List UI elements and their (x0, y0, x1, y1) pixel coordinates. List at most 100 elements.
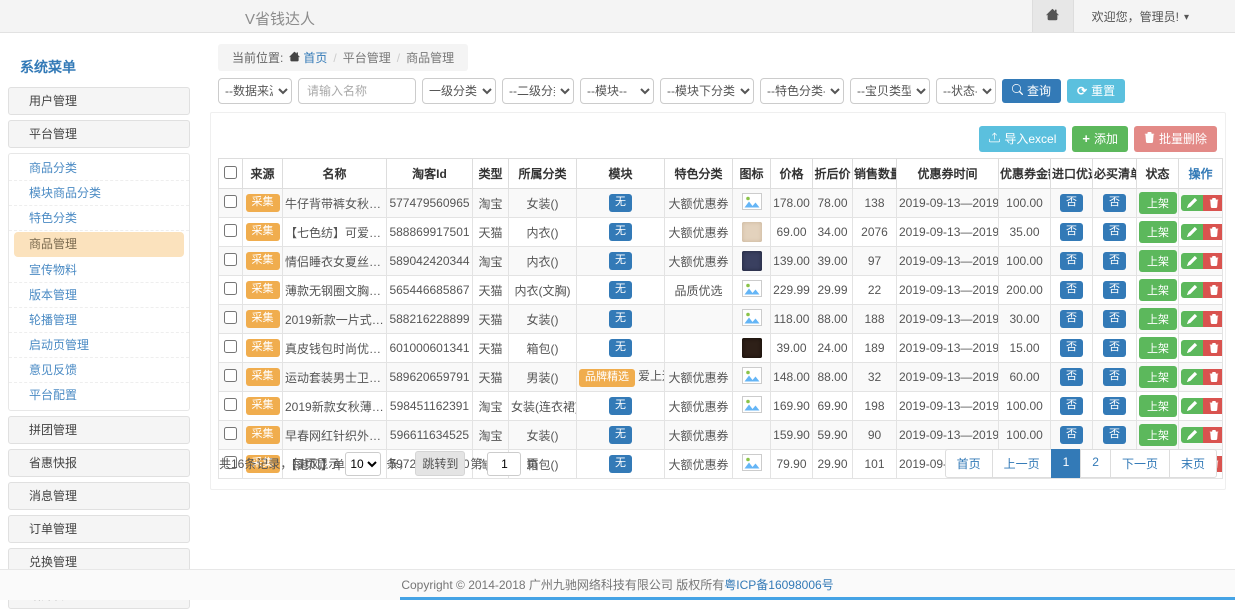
feature-category-filter[interactable]: --特色分类-- (760, 78, 844, 104)
import-flag-badge[interactable]: 否 (1060, 310, 1083, 328)
row-checkbox[interactable] (224, 224, 237, 237)
per-page-select[interactable]: 10 (345, 452, 381, 476)
jump-button[interactable]: 跳转到 (415, 451, 465, 476)
status-button[interactable]: 上架 (1139, 221, 1177, 243)
must-buy-flag-badge[interactable]: 否 (1103, 281, 1126, 299)
must-buy-flag-badge[interactable]: 否 (1103, 310, 1126, 328)
edit-button[interactable] (1181, 340, 1203, 356)
edit-button[interactable] (1181, 253, 1203, 269)
edit-button[interactable] (1181, 282, 1203, 298)
column-header: 进口优选 (1051, 159, 1093, 189)
row-checkbox[interactable] (224, 311, 237, 324)
sidebar-subitem[interactable]: 模块商品分类 (9, 181, 189, 206)
delete-button[interactable] (1203, 369, 1223, 385)
status-button[interactable]: 上架 (1139, 308, 1177, 330)
taoke-id: 601000601341 (387, 334, 473, 363)
module-filter[interactable]: --模块-- (580, 78, 654, 104)
import-flag-badge[interactable]: 否 (1060, 281, 1083, 299)
import-flag-badge[interactable]: 否 (1060, 194, 1083, 212)
row-checkbox[interactable] (224, 369, 237, 382)
sidebar-subitem[interactable]: 商品管理 (14, 232, 184, 257)
page-button[interactable]: 末页 (1169, 449, 1217, 478)
import-excel-button[interactable]: 导入excel (979, 126, 1066, 152)
sidebar-subitem[interactable]: 启动页管理 (9, 333, 189, 358)
row-checkbox[interactable] (224, 340, 237, 353)
must-buy-flag-badge[interactable]: 否 (1103, 194, 1126, 212)
edit-button[interactable] (1181, 224, 1203, 240)
breadcrumb-home[interactable]: 首页 (289, 49, 327, 66)
page-button[interactable]: 2 (1080, 449, 1111, 478)
delete-button[interactable] (1203, 311, 1223, 327)
import-flag-badge[interactable]: 否 (1060, 426, 1083, 444)
sidebar-subitem[interactable]: 版本管理 (9, 283, 189, 308)
level1-category-filter[interactable]: 一级分类 (422, 78, 496, 104)
must-buy-flag-badge[interactable]: 否 (1103, 223, 1126, 241)
query-button[interactable]: 查询 (1002, 79, 1061, 103)
name-search-input[interactable] (298, 78, 416, 104)
select-all-checkbox[interactable] (224, 166, 237, 179)
row-checkbox[interactable] (224, 427, 237, 440)
must-buy-flag-badge[interactable]: 否 (1103, 397, 1126, 415)
row-checkbox[interactable] (224, 398, 237, 411)
status-button[interactable]: 上架 (1139, 250, 1177, 272)
page-button[interactable]: 首页 (945, 449, 993, 478)
row-checkbox[interactable] (224, 253, 237, 266)
data-source-filter[interactable]: --数据来源-- (218, 78, 292, 104)
row-checkbox[interactable] (224, 195, 237, 208)
item-type-filter[interactable]: --宝贝类型-- (850, 78, 930, 104)
level2-category-filter[interactable]: --二级分类-- (502, 78, 574, 104)
delete-button[interactable] (1203, 224, 1223, 240)
edit-button[interactable] (1181, 398, 1203, 414)
page-button[interactable]: 上一页 (992, 449, 1052, 478)
edit-button[interactable] (1181, 195, 1203, 211)
user-menu[interactable]: 欢迎您，管理员! (1074, 8, 1235, 25)
sidebar-subitem[interactable]: 商品分类 (9, 156, 189, 181)
module-subcategory-filter[interactable]: --模块下分类-- (660, 78, 754, 104)
jump-page-input[interactable] (487, 452, 521, 476)
delete-button[interactable] (1203, 427, 1223, 443)
import-flag-badge[interactable]: 否 (1060, 223, 1083, 241)
home-button[interactable] (1032, 0, 1074, 32)
sidebar-group-users[interactable]: 用户管理 (8, 87, 190, 115)
edit-button[interactable] (1181, 427, 1203, 443)
sidebar-subitem[interactable]: 平台配置 (9, 383, 189, 408)
row-checkbox[interactable] (224, 282, 237, 295)
status-button[interactable]: 上架 (1139, 337, 1177, 359)
import-flag-badge[interactable]: 否 (1060, 252, 1083, 270)
page-button[interactable]: 下一页 (1110, 449, 1170, 478)
sidebar-subitem[interactable]: 特色分类 (9, 206, 189, 231)
delete-button[interactable] (1203, 398, 1223, 414)
sidebar-subitem[interactable]: 轮播管理 (9, 308, 189, 333)
delete-button[interactable] (1203, 340, 1223, 356)
delete-button[interactable] (1203, 282, 1223, 298)
sidebar-subitem[interactable]: 宣传物料 (9, 258, 189, 283)
must-buy-flag-badge[interactable]: 否 (1103, 252, 1126, 270)
status-button[interactable]: 上架 (1139, 192, 1177, 214)
edit-button[interactable] (1181, 369, 1203, 385)
add-button[interactable]: 添加 (1072, 126, 1128, 152)
sidebar-group[interactable]: 省惠快报 (8, 449, 190, 477)
reset-button[interactable]: 重置 (1067, 79, 1125, 103)
must-buy-flag-badge[interactable]: 否 (1103, 339, 1126, 357)
sidebar-group[interactable]: 拼团管理 (8, 416, 190, 444)
import-flag-badge[interactable]: 否 (1060, 397, 1083, 415)
status-button[interactable]: 上架 (1139, 424, 1177, 446)
delete-button[interactable] (1203, 195, 1223, 211)
batch-delete-button[interactable]: 批量删除 (1134, 126, 1217, 152)
sidebar-group-platform[interactable]: 平台管理 (8, 120, 190, 148)
sidebar-subitem[interactable]: 意见反馈 (9, 358, 189, 383)
icp-link[interactable]: 粤ICP备16098006号 (724, 578, 833, 592)
status-button[interactable]: 上架 (1139, 366, 1177, 388)
status-button[interactable]: 上架 (1139, 395, 1177, 417)
import-flag-badge[interactable]: 否 (1060, 368, 1083, 386)
sidebar-group[interactable]: 订单管理 (8, 515, 190, 543)
must-buy-flag-badge[interactable]: 否 (1103, 368, 1126, 386)
sidebar-group[interactable]: 消息管理 (8, 482, 190, 510)
delete-button[interactable] (1203, 253, 1223, 269)
must-buy-flag-badge[interactable]: 否 (1103, 426, 1126, 444)
status-filter[interactable]: --状态-- (936, 78, 996, 104)
import-flag-badge[interactable]: 否 (1060, 339, 1083, 357)
status-button[interactable]: 上架 (1139, 279, 1177, 301)
page-button[interactable]: 1 (1051, 449, 1082, 478)
edit-button[interactable] (1181, 311, 1203, 327)
